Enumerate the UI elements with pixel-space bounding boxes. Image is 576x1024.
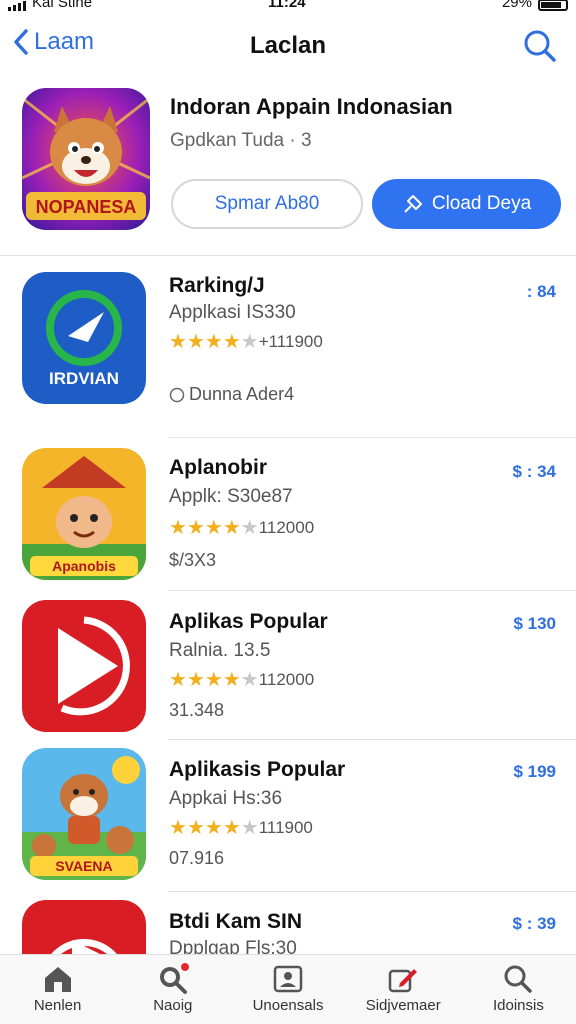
divider	[168, 437, 576, 438]
app-subtitle: Applk: S30e87	[169, 486, 293, 507]
tab-bar: Nenlen Naoig Unoensals Sidjvemaer Idoins…	[0, 954, 576, 1024]
app-extra: Dunna Ader4	[189, 384, 295, 404]
featured-secondary-button[interactable]: Spmar Ab80	[171, 179, 363, 229]
divider	[168, 739, 576, 740]
tab-search[interactable]: Idoinsis	[461, 955, 576, 1024]
app-extra: $/3X3	[169, 550, 217, 570]
divider	[168, 590, 576, 591]
app-name: Aplikasis Popular	[169, 758, 346, 781]
photo-icon	[273, 965, 303, 993]
tab-label: Naoig	[153, 997, 193, 1014]
list-item[interactable]: SVAENA Aplikasis Popular Appkai Hs:36 ★ ★…	[0, 742, 576, 892]
tab-home[interactable]: Nenlen	[0, 955, 115, 1024]
app-icon	[22, 600, 146, 732]
pencil-icon	[388, 969, 418, 993]
tab-label: Sidjvemaer	[365, 997, 441, 1014]
tab-label: Idoinsis	[492, 997, 544, 1014]
search-button[interactable]	[522, 28, 558, 69]
app-subtitle: Ralnia. 13.5	[169, 640, 271, 661]
page-title: Laclan	[249, 32, 327, 59]
info-icon	[169, 387, 185, 402]
app-icon-text: SVAENA	[55, 858, 112, 874]
app-name: Aplikas Popular	[169, 610, 328, 633]
navigation-bar: Laam Laclan	[0, 18, 576, 74]
home-icon	[44, 967, 71, 992]
list-item[interactable]: IRDVIAN Rarking/J Applkasi IS330 ★ ★ ★ ★ ★ +…	[0, 260, 576, 438]
list-item[interactable]: Aplikas Popular Ralnia. 13.5 ★ ★ ★ ★ ★ 11200…	[0, 592, 576, 740]
tab-search-badge[interactable]: Naoig	[115, 955, 230, 1024]
divider	[168, 891, 576, 892]
search-icon	[504, 965, 533, 993]
app-subtitle: Appkai Hs:36	[169, 788, 283, 809]
app-price[interactable]: $ : 39	[513, 914, 556, 934]
featured-icon-text: NOPANESA	[36, 197, 137, 217]
app-price[interactable]: $ 130	[513, 614, 556, 634]
app-subtitle: Applkasi IS330	[169, 302, 296, 323]
app-name: Btdi Kam SIN	[169, 910, 303, 933]
rating: ★ ★ ★ ★ ★ 112000	[169, 517, 315, 539]
status-right: 29%	[502, 0, 568, 11]
download-icon	[404, 195, 422, 213]
list-item[interactable]: Apanobis Aplanobir Applk: S30e87 ★ ★ ★ ★ ★ 1…	[0, 440, 576, 591]
featured-app-icon[interactable]: NOPANESA	[22, 88, 150, 230]
featured-app: NOPANESA Indoran Appain Indonasian Gpdka…	[0, 84, 576, 256]
list-item[interactable]: Btdi Kam SIN Dpplgap Fls:30 $ : 39	[0, 894, 576, 954]
featured-app-title: Indoran Appain Indonasian	[170, 94, 453, 119]
app-icon: SVAENA	[22, 748, 146, 880]
tab-label: Unoensals	[252, 997, 324, 1014]
app-extra: 07.916	[169, 848, 225, 868]
app-icon	[22, 900, 146, 954]
featured-secondary-label: Spmar Ab80	[214, 193, 320, 214]
app-icon-text: Apanobis	[52, 558, 116, 574]
app-icon-text: IRDVIAN	[49, 369, 119, 388]
app-name: Rarking/J	[169, 274, 265, 297]
featured-primary-label: Cload Deya	[431, 193, 532, 214]
tab-photos[interactable]: Unoensals	[230, 955, 345, 1024]
rating-count: 111900	[258, 818, 313, 837]
carrier-name: Kai Stine	[32, 0, 93, 11]
featured-primary-button[interactable]: Cload Deya	[372, 179, 561, 229]
carrier-group: Kai Stine	[8, 0, 92, 11]
app-price[interactable]: $ 199	[513, 762, 556, 782]
rating: ★ ★ ★ ★ ★ +111900	[169, 331, 323, 353]
rating: ★ ★ ★ ★ ★ 112000	[169, 669, 315, 691]
search-icon	[524, 30, 556, 62]
battery-icon	[538, 0, 568, 11]
rating-count: 112000	[258, 670, 315, 689]
app-icon: IRDVIAN	[22, 272, 146, 404]
app-price[interactable]: $ : 34	[513, 462, 556, 482]
app-icon: Apanobis	[22, 448, 146, 580]
tab-label: Nenlen	[33, 997, 82, 1014]
rating-count: 112000	[258, 518, 315, 537]
status-bar: Kai Stine 11:24 29%	[0, 0, 576, 14]
app-price[interactable]: : 84	[527, 282, 556, 302]
app-info: Dunna Ader4	[169, 384, 294, 405]
status-time: 11:24	[268, 0, 306, 11]
rating-count: +111900	[258, 332, 323, 351]
rating: ★ ★ ★ ★ ★ 111900	[169, 817, 313, 839]
tab-edit[interactable]: Sidjvemaer	[346, 955, 461, 1024]
app-extra: 31.348	[169, 700, 225, 720]
app-subtitle: Dpplgap Fls:30	[169, 938, 297, 954]
battery-percent: 29%	[501, 0, 532, 11]
app-name: Aplanobir	[169, 456, 267, 479]
signal-icon	[8, 0, 26, 11]
featured-app-subtitle: Gpdkan Tuda · 3	[170, 130, 312, 151]
